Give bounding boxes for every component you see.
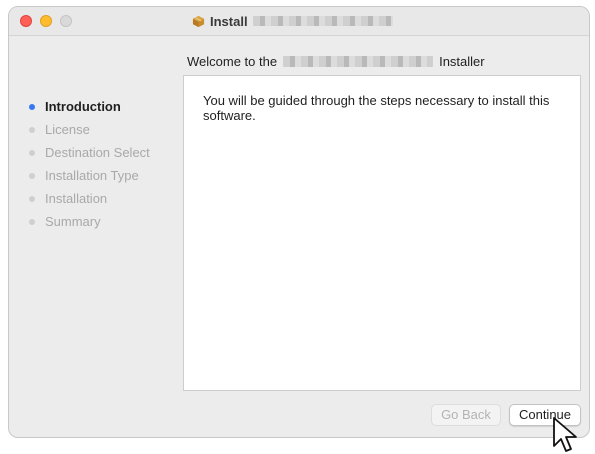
step-installation: Installation: [29, 187, 150, 210]
step-license: License: [29, 118, 150, 141]
welcome-suffix: Installer: [439, 54, 485, 69]
window-title-text: Install: [210, 13, 248, 29]
step-label: Summary: [45, 214, 101, 229]
title-bar[interactable]: Install: [9, 7, 589, 36]
step-label: Destination Select: [45, 145, 150, 160]
welcome-heading: Welcome to the Installer: [187, 54, 485, 69]
step-summary: Summary: [29, 210, 150, 233]
step-dot-icon: [29, 150, 35, 156]
step-label: License: [45, 122, 90, 137]
step-destination-select: Destination Select: [29, 141, 150, 164]
step-dot-icon: [29, 127, 35, 133]
step-dot-icon: [29, 219, 35, 225]
redacted-product-name: [283, 56, 434, 67]
step-introduction: Introduction: [29, 95, 150, 118]
content-panel: You will be guided through the steps nec…: [183, 75, 581, 391]
step-label: Introduction: [45, 99, 121, 114]
step-label: Installation: [45, 191, 108, 206]
installer-window: Install Welcome to the Installer Introdu…: [8, 6, 590, 438]
step-installation-type: Installation Type: [29, 164, 150, 187]
close-window-button[interactable]: [20, 15, 32, 27]
go-back-button[interactable]: Go Back: [431, 404, 501, 426]
minimize-window-button[interactable]: [40, 15, 52, 27]
package-icon: [192, 15, 205, 27]
intro-message: You will be guided through the steps nec…: [203, 93, 550, 123]
active-step-dot-icon: [29, 104, 35, 110]
step-label: Installation Type: [45, 168, 139, 183]
zoom-window-button[interactable]: [60, 15, 72, 27]
redacted-product-name: [252, 16, 393, 26]
step-dot-icon: [29, 196, 35, 202]
mouse-cursor-icon: [553, 417, 577, 452]
step-dot-icon: [29, 173, 35, 179]
installer-steps: Introduction License Destination Select …: [29, 95, 150, 233]
welcome-prefix: Welcome to the: [187, 54, 278, 69]
window-title: Install: [192, 13, 393, 29]
